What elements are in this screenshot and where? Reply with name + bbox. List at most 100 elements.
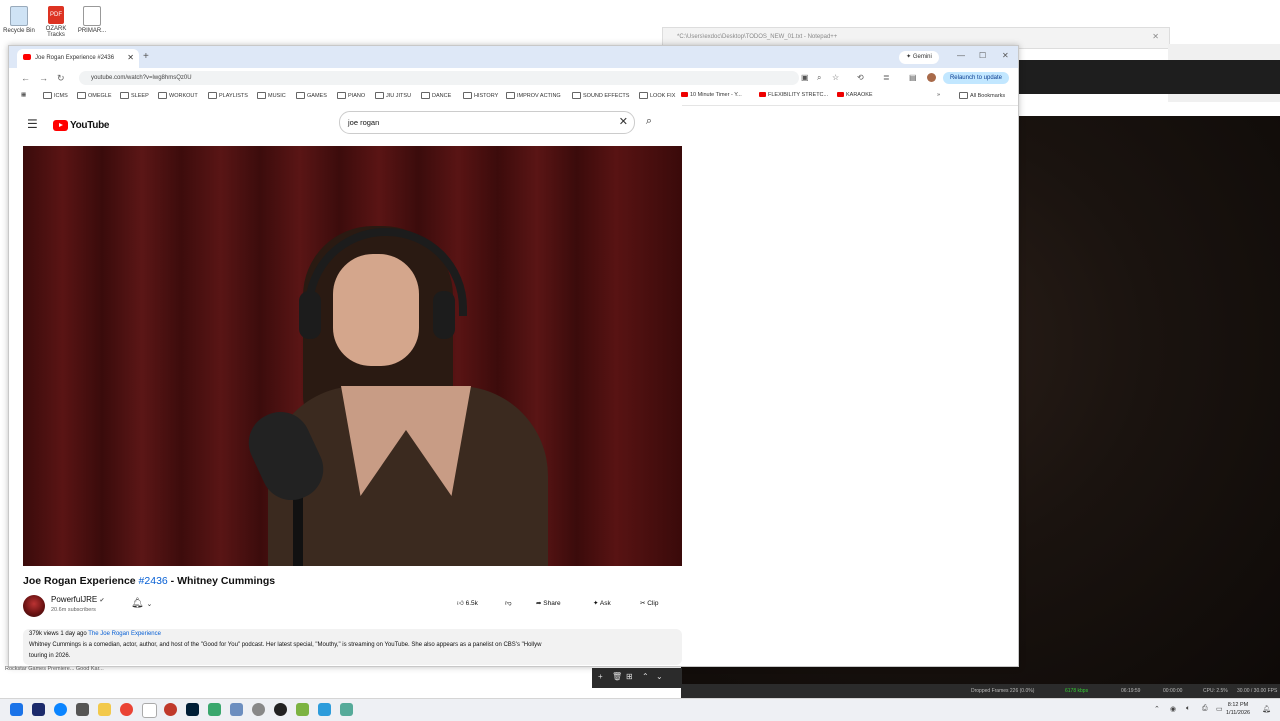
- move-down-icon[interactable]: ⌄: [656, 672, 663, 681]
- app-icon[interactable]: [252, 703, 265, 716]
- youtube-page: ☰ YouTube joe rogan ✕ ⌕ Joe Rogan Experi…: [9, 105, 682, 666]
- trash-icon[interactable]: 🗑︎: [612, 672, 622, 681]
- bookmark-item[interactable]: GAMES: [296, 92, 327, 99]
- all-bookmarks[interactable]: All Bookmarks: [959, 92, 1005, 99]
- chrome-icon[interactable]: [120, 703, 133, 716]
- chevron-up-icon[interactable]: ⌃: [1154, 705, 1160, 713]
- back-icon[interactable]: ←: [21, 73, 30, 83]
- volume-icon[interactable]: 🔈︎: [1186, 705, 1190, 713]
- app-icon[interactable]: [230, 703, 243, 716]
- app-icon[interactable]: [208, 703, 221, 716]
- bookmark-item[interactable]: PLAYLISTS: [208, 92, 248, 99]
- start-icon[interactable]: [10, 703, 23, 716]
- channel-name[interactable]: PowerfulJRE ✔: [51, 595, 105, 604]
- pdf-file-icon[interactable]: PDF OZARK Tracks: [39, 6, 73, 38]
- gemini-button[interactable]: ✦ Gemini: [899, 51, 939, 64]
- text-file-icon[interactable]: PRIMAR...: [75, 6, 109, 34]
- close-icon[interactable]: ✕: [1152, 32, 1159, 41]
- minimize-icon[interactable]: —: [957, 51, 965, 60]
- reading-list-icon[interactable]: ≣: [883, 73, 890, 82]
- bookmark-item[interactable]: DANCE: [421, 92, 451, 99]
- bookmark-item[interactable]: OMEGLE: [77, 92, 112, 99]
- taskbar-clock[interactable]: 8:12 PM 1/11/2026: [1226, 701, 1250, 717]
- bookmark-item[interactable]: LOOK FIX: [639, 92, 675, 99]
- bookmark-item[interactable]: HISTORY: [463, 92, 498, 99]
- star-icon[interactable]: ☆: [832, 73, 839, 82]
- close-tab-icon[interactable]: ✕: [127, 53, 134, 62]
- install-icon[interactable]: ▣: [801, 73, 809, 82]
- battery-icon[interactable]: ▭: [1216, 705, 1223, 713]
- bookmark-item[interactable]: IMPROV ACTING: [506, 92, 561, 99]
- app-icon[interactable]: [76, 703, 89, 716]
- video-description[interactable]: 379k views 1 day ago The Joe Rogan Exper…: [23, 629, 682, 665]
- clear-search-icon[interactable]: ✕: [619, 115, 628, 128]
- like-button[interactable]: 👍︎ 6.5k: [457, 595, 478, 613]
- menu-icon[interactable]: ☰: [27, 117, 38, 131]
- search-query: joe rogan: [348, 118, 380, 127]
- address-bar[interactable]: youtube.com/watch?v=lwg8hmsQz0U: [79, 71, 799, 85]
- sidepanel-icon[interactable]: ▤: [909, 73, 917, 82]
- zoom-icon[interactable]: ⌕: [817, 73, 821, 83]
- taskbar: ⌃ ◉ 🔈︎ ⎙ ▭ 8:12 PM 1/11/2026 🔔︎: [0, 698, 1280, 721]
- maximize-icon[interactable]: ☐: [979, 51, 986, 60]
- bookmark-item[interactable]: PIANO: [337, 92, 365, 99]
- bookmark-item[interactable]: SLEEP: [120, 92, 149, 99]
- move-up-icon[interactable]: ⌃: [642, 672, 649, 681]
- cpu-usage: CPU: 2.5%: [1203, 688, 1228, 694]
- notification-icon[interactable]: 🔔︎: [1262, 705, 1271, 713]
- channel-avatar[interactable]: [23, 595, 45, 617]
- file-explorer-icon[interactable]: [98, 703, 111, 716]
- new-tab-button[interactable]: +: [143, 51, 149, 62]
- bookmark-item[interactable]: KARAOKE: [837, 92, 873, 98]
- tab-title: Joe Rogan Experience #2436: [35, 55, 115, 61]
- gemini-label: Gemini: [912, 54, 932, 60]
- bookmark-item[interactable]: SOUND EFFECTS: [572, 92, 629, 99]
- ask-button[interactable]: ✦ Ask: [593, 595, 611, 613]
- chrome-window: Joe Rogan Experience #2436 ✕ + ✦ Gemini …: [8, 45, 1019, 667]
- properties-icon[interactable]: ⊞: [626, 672, 633, 681]
- youtube-logo[interactable]: YouTube: [53, 117, 110, 135]
- bookmark-item[interactable]: WORKOUT: [158, 92, 198, 99]
- tab-strip: Joe Rogan Experience #2436 ✕ + ✦ Gemini …: [9, 46, 1018, 68]
- bookmark-item[interactable]: MUSIC: [257, 92, 286, 99]
- clip-button[interactable]: ✂ Clip: [640, 595, 658, 613]
- description-text: touring in 2026.: [29, 653, 71, 659]
- browser-tab[interactable]: Joe Rogan Experience #2436 ✕: [17, 49, 139, 68]
- bookmark-item[interactable]: 10 Minute Timer - Y...: [681, 92, 742, 98]
- thumbs-down-icon: 👎︎: [505, 600, 512, 607]
- desktop-icon-label: OZARK Tracks: [45, 26, 67, 38]
- photoshop-icon[interactable]: [186, 703, 199, 716]
- notification-bell-icon[interactable]: 🔔︎ ⌄: [131, 598, 152, 609]
- bookmark-item[interactable]: ICMS: [43, 92, 68, 99]
- apps-icon[interactable]: ▦: [21, 92, 26, 98]
- video-player[interactable]: [23, 146, 682, 566]
- app-icon[interactable]: [164, 703, 177, 716]
- background-dark-window[interactable]: [1017, 60, 1280, 94]
- search-input[interactable]: joe rogan ✕: [339, 111, 635, 134]
- recycle-bin-icon[interactable]: Recycle Bin: [2, 6, 36, 34]
- notepad-icon[interactable]: [142, 703, 157, 718]
- more-bookmarks-icon[interactable]: »: [937, 92, 940, 98]
- share-button[interactable]: ➦ Share: [536, 595, 561, 613]
- views-date: 379k views 1 day ago The Joe Rogan Exper…: [29, 631, 161, 637]
- app-icon[interactable]: [318, 703, 331, 716]
- close-window-icon[interactable]: ✕: [1002, 51, 1009, 60]
- add-icon[interactable]: +: [598, 672, 603, 681]
- app-icon[interactable]: [340, 703, 353, 716]
- reload-icon[interactable]: ↻: [57, 73, 65, 84]
- bookmark-item[interactable]: JIU JITSU: [375, 92, 411, 99]
- relaunch-button[interactable]: Relaunch to update: [943, 72, 1009, 84]
- dislike-button[interactable]: 👎︎: [505, 595, 512, 613]
- edge-icon[interactable]: [54, 703, 67, 716]
- app-icon[interactable]: [296, 703, 309, 716]
- forward-icon[interactable]: →: [39, 73, 48, 83]
- obs-icon[interactable]: [274, 703, 287, 716]
- hashtag-link[interactable]: #2436: [139, 575, 168, 587]
- network-icon[interactable]: ◉: [1170, 705, 1176, 713]
- app-icon[interactable]: [32, 703, 45, 716]
- printer-icon[interactable]: ⎙: [1202, 705, 1208, 713]
- bookmark-item[interactable]: FLEXIBILITY STRETC...: [759, 92, 828, 98]
- extensions-icon[interactable]: ⟲: [857, 73, 864, 82]
- profile-avatar[interactable]: [927, 73, 936, 82]
- search-icon[interactable]: ⌕: [637, 111, 661, 132]
